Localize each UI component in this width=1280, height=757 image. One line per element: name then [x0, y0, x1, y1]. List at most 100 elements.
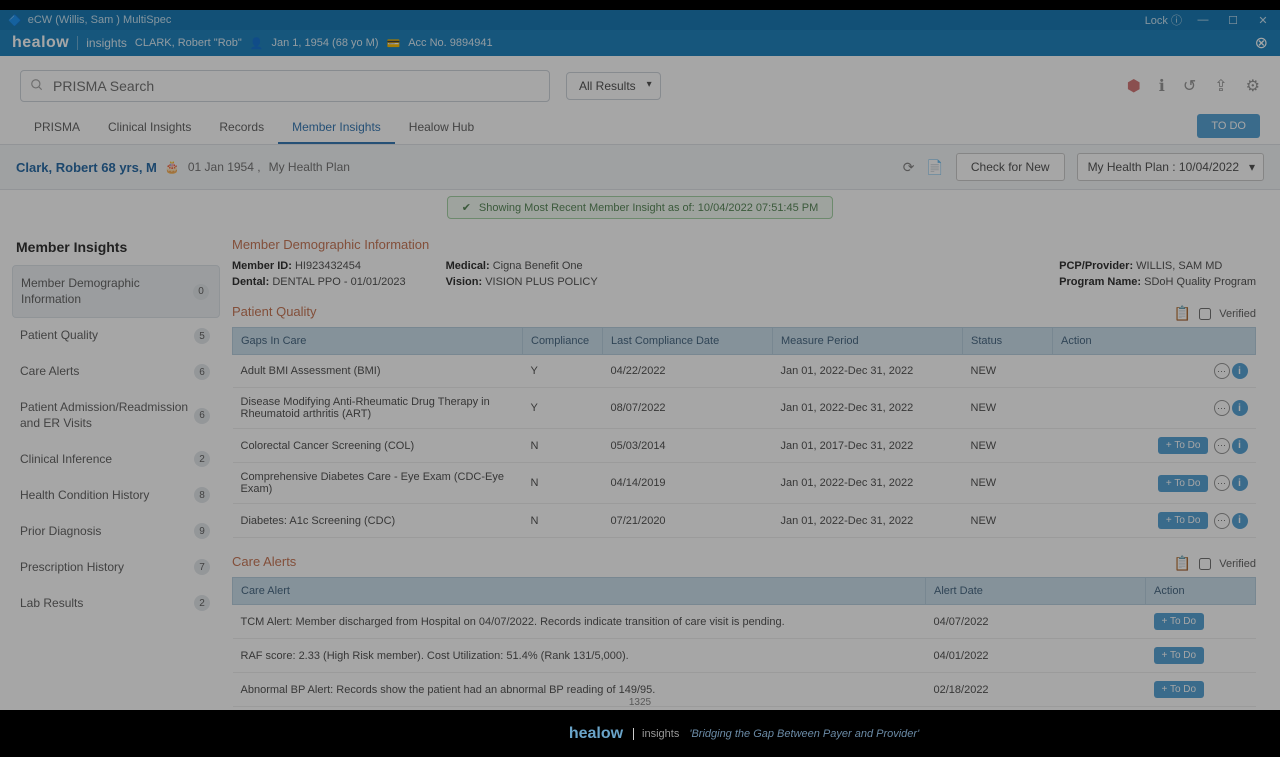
- sidebar-item-clinical-inference[interactable]: Clinical Inference 2: [12, 441, 220, 477]
- cell-period: Jan 01, 2022-Dec 31, 2022: [773, 504, 963, 538]
- close-button[interactable]: ✕: [1254, 13, 1272, 27]
- appbar-close-icon[interactable]: ⊗: [1255, 33, 1268, 53]
- table-row: TCM Alert: Member discharged from Hospit…: [233, 605, 1256, 639]
- th-alert-date: Alert Date: [926, 578, 1146, 605]
- sidebar-item-health-condition[interactable]: Health Condition History 8: [12, 477, 220, 513]
- sidebar-item-prescription[interactable]: Prescription History 7: [12, 549, 220, 585]
- verified-label-alerts: Verified: [1219, 558, 1256, 570]
- quality-table: Gaps In Care Compliance Last Compliance …: [232, 327, 1256, 538]
- verified-checkbox[interactable]: [1199, 308, 1211, 320]
- sidebar-item-label: Patient Admission/Readmission and ER Vis…: [20, 400, 194, 431]
- history-icon[interactable]: ↺: [1183, 76, 1196, 96]
- tab-records[interactable]: Records: [205, 112, 278, 144]
- sidebar-item-demographic[interactable]: Member Demographic Information 0: [12, 265, 220, 318]
- tab-member-insights[interactable]: Member Insights: [278, 112, 395, 144]
- copy-icon[interactable]: 📋: [1174, 305, 1191, 322]
- cell-status: NEW: [963, 388, 1053, 429]
- info-tool-icon[interactable]: ℹ: [1159, 76, 1165, 96]
- more-icon[interactable]: ⋯: [1214, 475, 1230, 491]
- vision-label: Vision:: [446, 276, 482, 288]
- info-icon[interactable]: i: [1232, 513, 1248, 529]
- sidebar-badge: 2: [194, 595, 210, 611]
- info-icon[interactable]: i: [1232, 400, 1248, 416]
- info-icon[interactable]: i: [1232, 475, 1248, 491]
- todo-chip[interactable]: + To Do: [1154, 647, 1205, 664]
- todo-chip[interactable]: + To Do: [1154, 613, 1205, 630]
- verified-checkbox-alerts[interactable]: [1199, 558, 1211, 570]
- todo-chip[interactable]: + To Do: [1158, 437, 1209, 454]
- gear-icon[interactable]: ⚙: [1246, 76, 1260, 96]
- doc-icon[interactable]: 📄: [926, 159, 943, 176]
- cell-alert-date: 04/07/2022: [926, 605, 1146, 639]
- todo-chip[interactable]: + To Do: [1158, 475, 1209, 492]
- check-circle-icon: ✔: [462, 201, 471, 214]
- more-icon[interactable]: ⋯: [1214, 363, 1230, 379]
- info-icon[interactable]: i: [1232, 363, 1248, 379]
- th-status: Status: [963, 328, 1053, 355]
- cell-comp: Y: [523, 388, 603, 429]
- th-compliance: Compliance: [523, 328, 603, 355]
- section-title-alerts: Care Alerts: [232, 554, 296, 569]
- sidebar-badge: 9: [194, 523, 210, 539]
- refresh-icon[interactable]: ⟳: [903, 159, 915, 176]
- th-care-alert: Care Alert: [233, 578, 926, 605]
- todo-chip[interactable]: + To Do: [1158, 512, 1209, 529]
- person-icon: 👤: [250, 37, 264, 50]
- cell-period: Jan 01, 2017-Dec 31, 2022: [773, 429, 963, 463]
- appbar-patient: CLARK, Robert "Rob": [135, 37, 242, 49]
- sidebar-item-patient-quality[interactable]: Patient Quality 5: [12, 318, 220, 354]
- table-row: Abnormal BP Alert: Records show the pati…: [233, 673, 1256, 707]
- patient-plan: My Health Plan: [269, 160, 350, 174]
- dental-value: DENTAL PPO - 01/01/2023: [272, 276, 405, 288]
- th-period: Measure Period: [773, 328, 963, 355]
- copy-icon-alerts[interactable]: 📋: [1174, 555, 1191, 572]
- sidebar-item-care-alerts[interactable]: Care Alerts 6: [12, 354, 220, 390]
- results-dropdown[interactable]: All Results: [566, 72, 661, 100]
- sidebar-badge: 2: [194, 451, 210, 467]
- tab-prisma[interactable]: PRISMA: [20, 112, 94, 144]
- cell-alert: RAF score: 2.33 (High Risk member). Cost…: [233, 639, 926, 673]
- table-row: Adult BMI Assessment (BMI)Y04/22/2022Jan…: [233, 355, 1256, 388]
- cell-period: Jan 01, 2022-Dec 31, 2022: [773, 463, 963, 504]
- sidebar-item-label: Member Demographic Information: [21, 276, 193, 307]
- section-title-demographic: Member Demographic Information: [232, 237, 1256, 252]
- tab-healow-hub[interactable]: Healow Hub: [395, 112, 488, 144]
- cell-alert-date: 04/01/2022: [926, 639, 1146, 673]
- check-for-new-button[interactable]: Check for New: [956, 153, 1065, 181]
- sidebar-item-label: Prior Diagnosis: [20, 524, 194, 540]
- cell-status: NEW: [963, 429, 1053, 463]
- sidebar-item-admission[interactable]: Patient Admission/Readmission and ER Vis…: [12, 390, 220, 441]
- search-input[interactable]: [20, 70, 550, 102]
- todo-button[interactable]: TO DO: [1197, 114, 1260, 138]
- footer-brand: healow: [569, 725, 623, 743]
- cell-status: NEW: [963, 355, 1053, 388]
- todo-chip[interactable]: + To Do: [1154, 681, 1205, 698]
- timestamp: 1325: [629, 697, 651, 708]
- verified-label: Verified: [1219, 308, 1256, 320]
- sidebar-badge: 6: [194, 408, 210, 424]
- lock-button[interactable]: Lock ⓘ: [1145, 12, 1182, 28]
- alert-icon[interactable]: ⬢: [1127, 76, 1141, 96]
- plan-dropdown[interactable]: My Health Plan : 10/04/2022: [1077, 153, 1264, 181]
- cell-gap: Comprehensive Diabetes Care - Eye Exam (…: [233, 463, 523, 504]
- info-icon[interactable]: i: [1232, 438, 1248, 454]
- program-value: SDoH Quality Program: [1144, 276, 1256, 288]
- sidebar-item-lab-results[interactable]: Lab Results 2: [12, 585, 220, 621]
- export-icon[interactable]: ⇪: [1214, 76, 1227, 96]
- cell-date: 04/22/2022: [603, 355, 773, 388]
- maximize-button[interactable]: ☐: [1224, 13, 1242, 27]
- table-row: RAF score: 2.33 (High Risk member). Cost…: [233, 639, 1256, 673]
- more-icon[interactable]: ⋯: [1214, 438, 1230, 454]
- sidebar-item-prior-diagnosis[interactable]: Prior Diagnosis 9: [12, 513, 220, 549]
- more-icon[interactable]: ⋯: [1214, 513, 1230, 529]
- footer-tagline: 'Bridging the Gap Between Payer and Prov…: [689, 728, 919, 740]
- tab-clinical-insights[interactable]: Clinical Insights: [94, 112, 205, 144]
- section-title-quality: Patient Quality: [232, 304, 317, 319]
- sidebar-badge: 6: [194, 364, 210, 380]
- more-icon[interactable]: ⋯: [1214, 400, 1230, 416]
- minimize-button[interactable]: —: [1194, 13, 1212, 27]
- cell-status: NEW: [963, 463, 1053, 504]
- cake-icon: 🎂: [165, 160, 180, 174]
- brand-logo: healow: [12, 34, 69, 52]
- footer-brand-sub: insights: [633, 728, 679, 740]
